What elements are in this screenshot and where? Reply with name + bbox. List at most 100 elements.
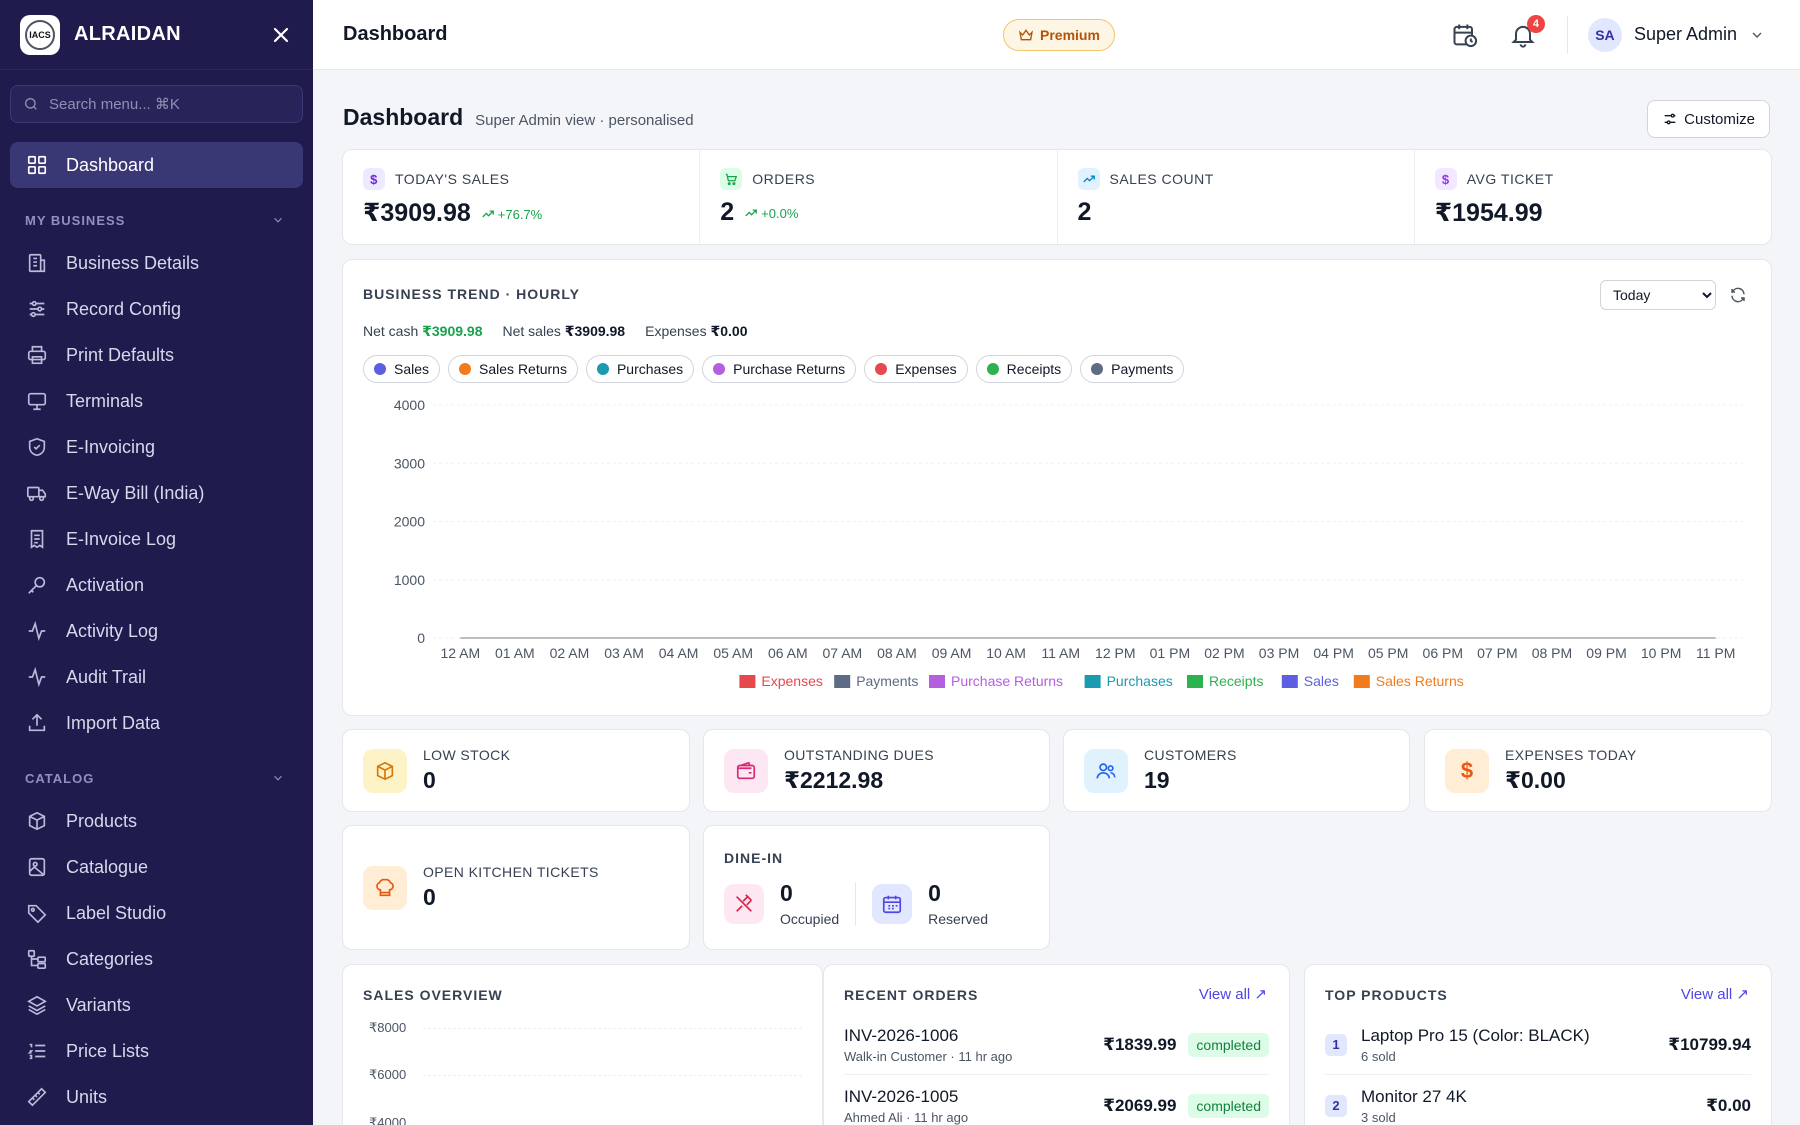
order-meta: Walk-in Customer · 11 hr ago <box>844 1048 1013 1064</box>
order-row[interactable]: INV-2026-1006 Walk-in Customer · 11 hr ag… <box>844 1015 1269 1075</box>
user-name[interactable]: Super Admin <box>1634 24 1737 45</box>
ruler-icon <box>27 1087 47 1107</box>
card-value: 0 <box>423 884 436 910</box>
layers-icon <box>27 995 47 1016</box>
order-amount: ₹2069.99 <box>1103 1095 1177 1115</box>
sidebar-item-e-invoice-log[interactable]: E-Invoice Log <box>10 516 303 562</box>
recent-orders-card: RECENT ORDERS View all ↗ INV-2026-1006 Wa… <box>823 964 1290 1125</box>
card-label: OPEN KITCHEN TICKETS <box>423 864 599 880</box>
sales-overview-card: SALES OVERVIEW ₹8000 ₹6000 ₹4000 <box>342 964 823 1125</box>
avatar[interactable]: SA <box>1587 17 1622 52</box>
legend-swatch <box>1084 675 1101 688</box>
sidebar-item-label: Price Lists <box>66 1040 150 1061</box>
stat-label: Net cash <box>363 323 419 339</box>
notifications-button[interactable]: 4 <box>1509 14 1545 49</box>
shield-check-icon <box>28 437 46 457</box>
chef-hat-icon <box>363 865 407 910</box>
sidebar-item-record-config[interactable]: Record Config <box>10 286 303 332</box>
pill-label: Receipts <box>1006 361 1062 377</box>
sidebar-item-print-defaults[interactable]: Print Defaults <box>10 332 303 378</box>
series-pill-purchases[interactable]: Purchases <box>585 355 695 383</box>
wallet-icon <box>724 748 768 793</box>
sidebar-item-activity-log[interactable]: Activity Log <box>10 608 303 654</box>
tag-icon <box>27 904 47 924</box>
sidebar-item-products[interactable]: Products <box>10 798 303 844</box>
series-pill-purchase-returns[interactable]: Purchase Returns <box>702 355 857 383</box>
crown-icon <box>1018 28 1034 40</box>
sidebar-item-import-data[interactable]: Import Data <box>10 700 303 746</box>
trend-up-icon <box>1077 168 1100 190</box>
x-tick-label: 09 PM <box>1586 645 1626 661</box>
refresh-icon[interactable] <box>1729 286 1747 304</box>
sidebar-item-business-details[interactable]: Business Details <box>10 240 303 286</box>
series-pill-sales[interactable]: Sales <box>363 355 441 383</box>
card-customers[interactable]: CUSTOMERS 19 <box>1063 729 1410 812</box>
sidebar-item-label: Record Config <box>66 298 182 319</box>
order-row[interactable]: INV-2026-1005 Ahmed Ali · 11 hr ago ₹2069… <box>844 1076 1269 1125</box>
sidebar-item-catalogue[interactable]: Catalogue <box>10 844 303 890</box>
order-id: INV-2026-1005 <box>844 1086 959 1106</box>
card-label: LOW STOCK <box>423 747 511 763</box>
view-all-products-link[interactable]: View all ↗ <box>1681 985 1749 1003</box>
legend-swatch <box>1187 675 1203 688</box>
series-pill-payments[interactable]: Payments <box>1080 355 1185 383</box>
product-row[interactable]: 2 Monitor 27 4K 3 sold ₹0.00 <box>1325 1076 1751 1125</box>
notification-count-badge: 4 <box>1526 14 1545 33</box>
sidebar-item-label: E-Invoicing <box>66 436 156 457</box>
sidebar-item-units[interactable]: Units <box>10 1074 303 1120</box>
kpi-value: 2 <box>1077 198 1092 226</box>
sidebar-item-activation[interactable]: Activation <box>10 562 303 608</box>
series-pill-sales-returns[interactable]: Sales Returns <box>448 355 578 383</box>
sidebar-item-dashboard[interactable]: Dashboard <box>10 142 303 188</box>
kpi-value: 2 <box>720 198 735 226</box>
premium-badge[interactable]: Premium <box>1003 18 1115 51</box>
x-tick-label: 07 AM <box>823 645 863 661</box>
kpi-label: AVG TICKET <box>1466 171 1554 187</box>
card-low-stock[interactable]: LOW STOCK 0 <box>342 729 690 812</box>
card-dine-in[interactable]: DINE-IN 0 Occupied 0 Reserved <box>703 825 1050 950</box>
product-amount: ₹0.00 <box>1706 1095 1751 1115</box>
sidebar-item-e-way-bill[interactable]: E-Way Bill (India) <box>10 470 303 516</box>
sidebar-item-variants[interactable]: Variants <box>10 982 303 1028</box>
sidebar-search[interactable] <box>10 85 303 123</box>
close-icon[interactable] <box>269 23 293 47</box>
kpi-value: ₹3909.98 <box>363 199 471 227</box>
sidebar-item-terminals[interactable]: Terminals <box>10 378 303 424</box>
sidebar-section-my-business[interactable]: MY BUSINESS <box>0 200 313 240</box>
box-icon <box>28 811 46 831</box>
legend-swatch <box>1281 675 1298 688</box>
legend-swatch <box>834 675 851 688</box>
brand-logo[interactable]: IACS <box>20 14 60 55</box>
card-expenses-today[interactable]: $ EXPENSES TODAY ₹0.00 <box>1424 729 1772 812</box>
series-pill-expenses[interactable]: Expenses <box>864 355 968 383</box>
trend-title: BUSINESS TREND · HOURLY <box>363 286 580 302</box>
search-menu-input[interactable] <box>49 95 289 113</box>
sidebar-item-price-lists[interactable]: Price Lists <box>10 1028 303 1074</box>
series-pill-receipts[interactable]: Receipts <box>975 355 1073 383</box>
x-tick-label: 01 AM <box>495 645 535 661</box>
pill-label: Sales Returns <box>479 361 567 377</box>
sidebar-section-label: MY BUSINESS <box>25 212 126 228</box>
legend-dot <box>1091 363 1104 375</box>
chevron-down-icon[interactable] <box>1749 27 1765 43</box>
kpi-label: ORDERS <box>752 171 816 187</box>
y-tick: ₹8000 <box>369 1020 407 1035</box>
box-icon <box>363 748 407 793</box>
customize-button[interactable]: Customize <box>1647 100 1770 138</box>
range-select[interactable]: Today <box>1600 280 1716 310</box>
sidebar-item-label-studio[interactable]: Label Studio <box>10 890 303 936</box>
sidebar-section-catalog[interactable]: CATALOG <box>0 758 313 798</box>
calendar-clock-icon[interactable] <box>1451 21 1479 49</box>
card-open-kitchen-tickets[interactable]: OPEN KITCHEN TICKETS 0 <box>342 825 690 950</box>
sidebar-item-audit-trail[interactable]: Audit Trail <box>10 654 303 700</box>
sidebar-item-e-invoicing[interactable]: E-Invoicing <box>10 424 303 470</box>
legend-label: Receipts <box>1209 673 1263 689</box>
sidebar-item-categories[interactable]: Categories <box>10 936 303 982</box>
recent-orders-title: RECENT ORDERS <box>844 987 979 1003</box>
dine-reserved: 0 Reserved <box>872 880 988 927</box>
chevron-down-icon <box>274 217 282 223</box>
view-all-orders-link[interactable]: View all ↗ <box>1199 985 1267 1003</box>
pill-label: Sales <box>394 361 430 377</box>
card-outstanding-dues[interactable]: OUTSTANDING DUES ₹2212.98 <box>703 729 1050 812</box>
product-row[interactable]: 1 Laptop Pro 15 (Color: BLACK) 6 sold ₹10… <box>1325 1015 1751 1075</box>
